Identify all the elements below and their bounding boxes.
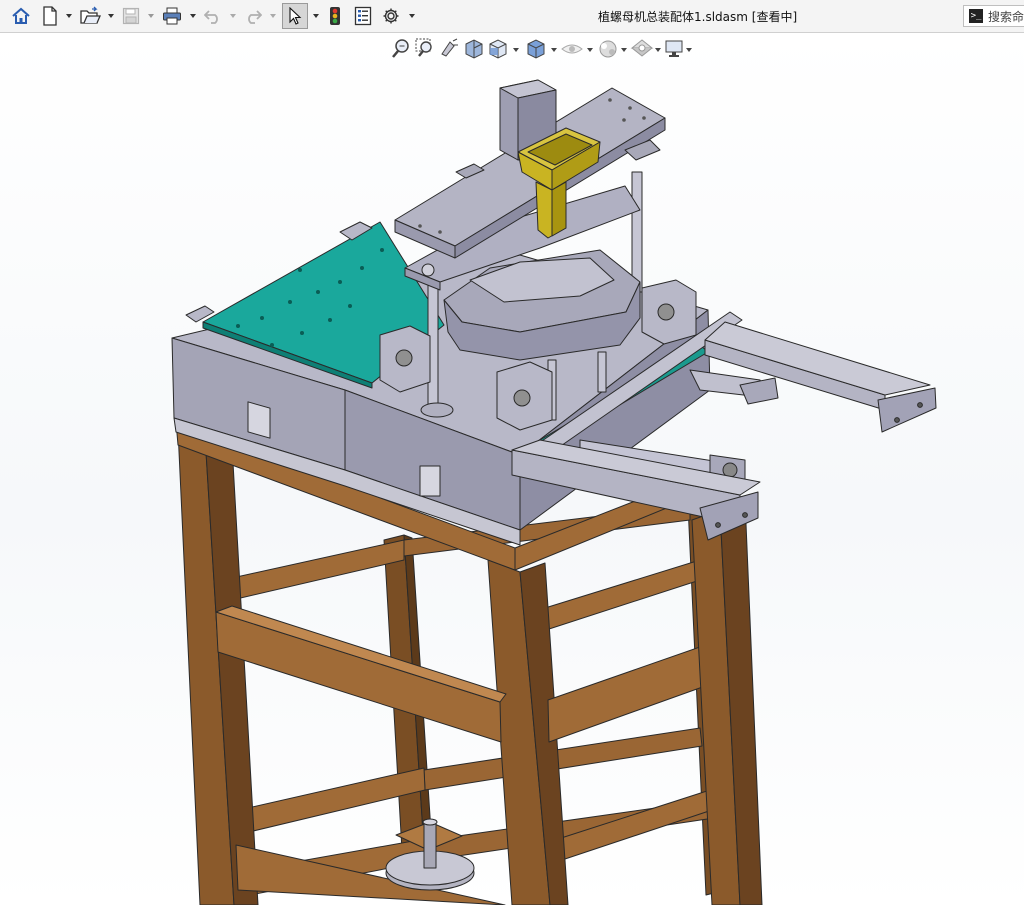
new-dropdown-caret[interactable] <box>66 14 72 18</box>
save-dropdown-caret[interactable] <box>148 14 154 18</box>
assembly-model-view[interactable] <box>0 33 1024 905</box>
print-icon[interactable] <box>160 4 184 28</box>
open-dropdown-caret[interactable] <box>108 14 114 18</box>
command-prompt-icon: >_ <box>969 9 983 23</box>
options-gear-icon[interactable] <box>380 4 402 28</box>
new-document-icon[interactable] <box>40 4 60 28</box>
file-properties-icon[interactable] <box>352 4 374 28</box>
document-title: 植螺母机总装配体1.sldasm [查看中] <box>598 10 798 24</box>
select-dropdown-caret[interactable] <box>313 14 319 18</box>
undo-dropdown-caret[interactable] <box>230 14 236 18</box>
home-icon[interactable] <box>10 4 32 28</box>
traffic-light-icon[interactable] <box>326 4 344 28</box>
graphics-area[interactable] <box>0 33 1024 905</box>
redo-dropdown-caret[interactable] <box>270 14 276 18</box>
search-command-placeholder: 搜索命令 <box>988 9 1024 24</box>
select-arrow-icon[interactable] <box>282 3 308 29</box>
search-command-box[interactable]: >_ 搜索命令 <box>963 5 1024 27</box>
options-dropdown-caret[interactable] <box>409 14 415 18</box>
title-bar: 植螺母机总装配体1.sldasm [查看中] >_ 搜索命令 <box>0 0 1024 33</box>
open-folder-icon[interactable] <box>78 4 102 28</box>
right-extension-arm <box>689 321 937 433</box>
redo-icon[interactable] <box>242 4 264 28</box>
save-icon[interactable] <box>120 4 142 28</box>
undo-icon[interactable] <box>202 4 224 28</box>
print-dropdown-caret[interactable] <box>190 14 196 18</box>
